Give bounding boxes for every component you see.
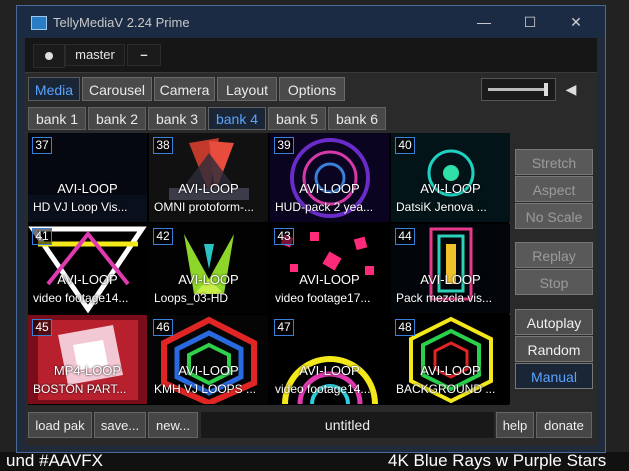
record-dot-icon: [45, 52, 53, 60]
clip-type: AVI-LOOP: [420, 272, 481, 287]
clip-number: 39: [274, 137, 294, 154]
clip-name: Pack mezcla vis...: [396, 291, 493, 305]
clip-number: 40: [395, 137, 415, 154]
tab-camera[interactable]: Camera: [154, 77, 215, 101]
clip-type: AVI-LOOP: [178, 272, 239, 287]
clip-type: AVI-LOOP: [299, 272, 360, 287]
clip-number: 47: [274, 319, 294, 336]
clip-number: 48: [395, 319, 415, 336]
clip-tile-39[interactable]: 39 AVI-LOOP HUD-pack 2 yea...: [270, 133, 389, 222]
clip-name: OMNI protoform-...: [154, 200, 255, 214]
clip-tile-48[interactable]: 48 AVI-LOOP BACKGROUND ...: [391, 315, 510, 404]
tab-layout[interactable]: Layout: [217, 77, 277, 101]
title-bar[interactable]: TellyMediaV 2.24 Prime — ☐ ✕: [17, 6, 605, 37]
clip-type: AVI-LOOP: [420, 363, 481, 378]
clip-number: 37: [32, 137, 52, 154]
clip-tile-41[interactable]: 41 AVI-LOOP video footage14...: [28, 224, 147, 313]
clip-tile-43[interactable]: 43 AVI-LOOP video footage17...: [270, 224, 389, 313]
clip-name: HUD-pack 2 yea...: [275, 200, 374, 214]
clip-number: 43: [274, 228, 294, 245]
close-button[interactable]: ✕: [561, 12, 591, 32]
aspect-button[interactable]: Aspect: [515, 176, 593, 202]
stretch-button[interactable]: Stretch: [515, 149, 593, 175]
clip-type: MP4-LOOP: [53, 363, 122, 378]
random-button[interactable]: Random: [515, 336, 593, 362]
output-bar: master –: [25, 38, 597, 72]
clip-type: AVI-LOOP: [299, 363, 360, 378]
clip-name: video footage17...: [275, 291, 371, 305]
clip-type: AVI-LOOP: [57, 272, 118, 287]
clip-number: 44: [395, 228, 415, 245]
autoplay-button[interactable]: Autoplay: [515, 309, 593, 335]
bank-2-tab[interactable]: bank 2: [88, 107, 146, 130]
tab-options[interactable]: Options: [279, 77, 345, 101]
clip-name: BACKGROUND ...: [396, 382, 496, 396]
record-button[interactable]: [33, 44, 65, 68]
bank-3-tab[interactable]: bank 3: [148, 107, 206, 130]
replay-button[interactable]: Replay: [515, 242, 593, 268]
clip-name: DatsiK Jenova ...: [396, 200, 487, 214]
background-caption-left: und #AAVFX: [6, 451, 104, 470]
clip-name: video footage14...: [33, 291, 129, 305]
volume-slider[interactable]: [481, 78, 556, 101]
maximize-button[interactable]: ☐: [515, 12, 545, 32]
clip-number: 41: [32, 228, 52, 245]
bank-6-tab[interactable]: bank 6: [328, 107, 386, 130]
app-window: TellyMediaV 2.24 Prime — ☐ ✕ master – Me…: [16, 5, 606, 453]
app-icon: [31, 16, 47, 30]
new-pak-button[interactable]: new...: [148, 412, 198, 438]
window-title: TellyMediaV 2.24 Prime: [53, 15, 190, 30]
clip-tile-44[interactable]: 44 AVI-LOOP Pack mezcla vis...: [391, 224, 510, 313]
pak-name-label: untitled: [201, 412, 494, 438]
clip-name: video footage14...: [275, 382, 371, 396]
clip-type: AVI-LOOP: [178, 363, 239, 378]
bank-5-tab[interactable]: bank 5: [268, 107, 326, 130]
bank-4-tab[interactable]: bank 4: [208, 107, 266, 130]
background-caption-right: 4K Blue Rays w Purple Stars: [388, 451, 607, 470]
clip-tile-46[interactable]: 46 AVI-LOOP KMH VJ LOOPS ...: [149, 315, 268, 404]
help-button[interactable]: help: [496, 412, 534, 438]
clip-number: 45: [32, 319, 52, 336]
clip-type: AVI-LOOP: [178, 181, 239, 196]
clip-name: BOSTON PART...: [33, 382, 127, 396]
donate-button[interactable]: donate: [536, 412, 592, 438]
clip-type: AVI-LOOP: [299, 181, 360, 196]
client-area: master – Media Carousel Camera Layout Op…: [25, 38, 597, 446]
clip-tile-40[interactable]: 40 AVI-LOOP DatsiK Jenova ...: [391, 133, 510, 222]
tab-media[interactable]: Media: [28, 77, 80, 101]
clip-name: HD VJ Loop Vis...: [33, 200, 128, 214]
clip-number: 38: [153, 137, 173, 154]
clip-tile-42[interactable]: 42 AVI-LOOP Loops_03-HD: [149, 224, 268, 313]
clip-type: AVI-LOOP: [420, 181, 481, 196]
clip-name: KMH VJ LOOPS ...: [154, 382, 257, 396]
clip-tile-37[interactable]: 37 AVI-LOOP HD VJ Loop Vis...: [28, 133, 147, 222]
minimize-button[interactable]: —: [469, 12, 499, 32]
clip-type: AVI-LOOP: [57, 181, 118, 196]
clip-tile-47[interactable]: 47 AVI-LOOP video footage14...: [270, 315, 389, 404]
clip-number: 46: [153, 319, 173, 336]
clip-grid: 37 AVI-LOOP HD VJ Loop Vis... 38 AVI-LOO…: [28, 133, 510, 405]
output-collapse-button[interactable]: –: [127, 44, 161, 66]
tab-carousel[interactable]: Carousel: [82, 77, 152, 101]
load-pak-button[interactable]: load pak: [28, 412, 92, 438]
speaker-icon[interactable]: ◀: [561, 78, 581, 101]
media-panel: Media Carousel Camera Layout Options ◀ b…: [25, 72, 597, 446]
no-scale-button[interactable]: No Scale: [515, 203, 593, 229]
clip-number: 42: [153, 228, 173, 245]
clip-name: Loops_03-HD: [154, 291, 229, 305]
stop-button[interactable]: Stop: [515, 269, 593, 295]
bank-1-tab[interactable]: bank 1: [28, 107, 86, 130]
clip-tile-38[interactable]: 38 AVI-LOOP OMNI protoform-...: [149, 133, 268, 222]
bottom-bar: load pak save... new... untitled help do…: [25, 410, 597, 442]
save-pak-button[interactable]: save...: [94, 412, 146, 438]
output-master-button[interactable]: master: [65, 44, 125, 66]
manual-button[interactable]: Manual: [515, 363, 593, 389]
volume-track: [488, 88, 546, 91]
clip-tile-45[interactable]: 45 MP4-LOOP BOSTON PART...: [28, 315, 147, 404]
volume-knob[interactable]: [544, 83, 548, 96]
